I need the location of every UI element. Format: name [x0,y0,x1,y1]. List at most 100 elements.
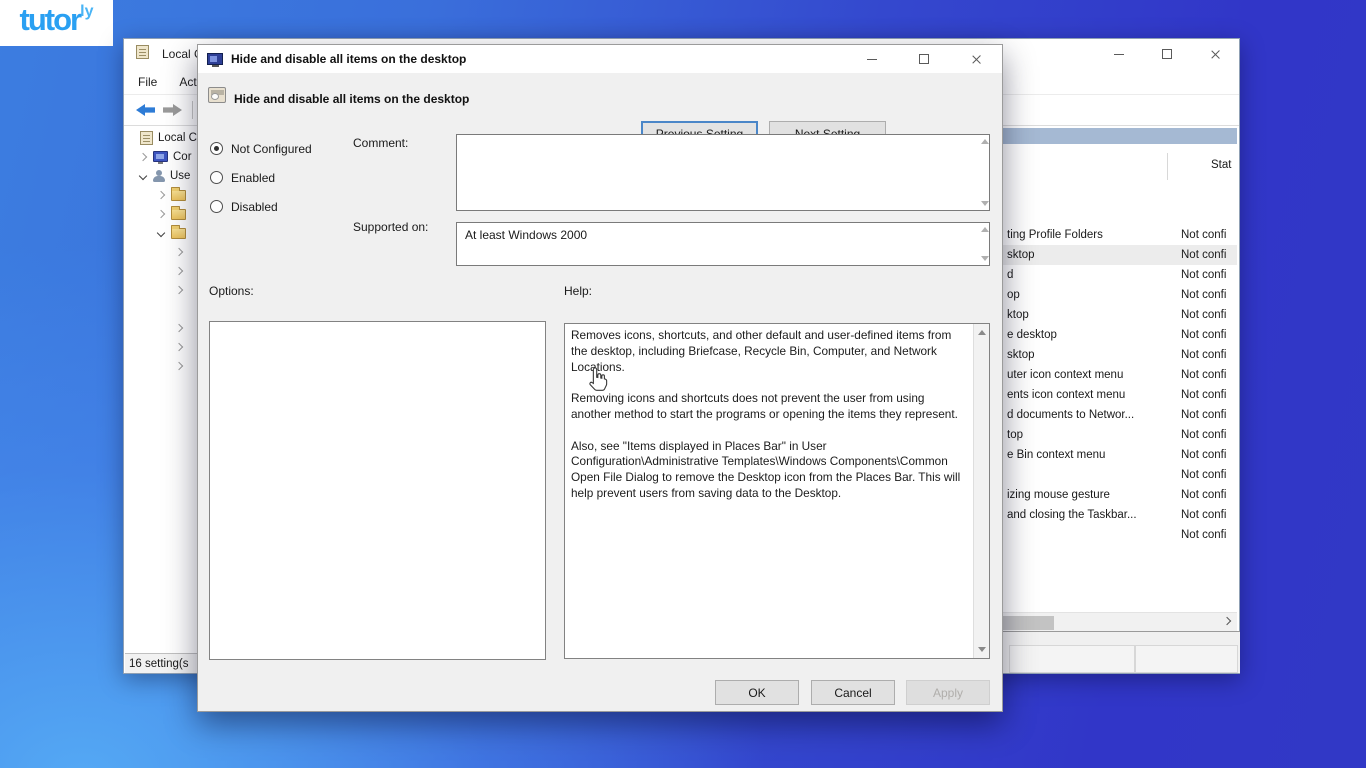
dialog-close-button[interactable] [950,45,1002,73]
list-pane-header-band [999,128,1237,144]
scroll-right-icon[interactable] [1223,617,1231,625]
setting-status: Not confi [1181,349,1226,361]
logo-superscript: ly [80,3,93,21]
gpe-maximize-button[interactable] [1143,39,1191,69]
setting-name: e Bin context menu [999,449,1105,461]
scroll-down-icon[interactable] [981,256,989,261]
scroll-up-icon[interactable] [981,227,989,232]
policy-setting-row[interactable]: sktop Not confi [999,245,1237,265]
chevron-icon[interactable] [157,190,165,198]
dialog-minimize-button[interactable] [846,45,898,73]
setting-name: ting Profile Folders [999,229,1103,241]
settings-list-pane: Stat ting Profile Folders Not confi skto… [999,126,1239,633]
gpe-close-button[interactable] [1191,39,1239,69]
policy-setting-row[interactable]: e desktop Not confi [999,325,1237,345]
options-panel[interactable] [209,321,546,660]
policy-setting-row[interactable]: e Bin context menu Not confi [999,445,1237,465]
toolbar-separator [192,101,193,119]
policy-dialog-icon [207,53,223,65]
scroll-up-icon[interactable] [981,139,989,144]
policy-setting-row[interactable]: uter icon context menu Not confi [999,365,1237,385]
policy-setting-row[interactable]: izing mouse gesture Not confi [999,485,1237,505]
supported-on-value[interactable]: At least Windows 2000 [456,222,990,266]
tree-item-icon [171,228,186,239]
scroll-down-icon[interactable] [981,201,989,206]
policy-setting-row[interactable]: Not confi [999,465,1237,485]
policy-setting-row[interactable]: op Not confi [999,285,1237,305]
setting-status: Not confi [1181,269,1226,281]
menu-action[interactable]: Act [179,75,196,89]
tree-item-label: Cor [173,151,192,163]
policy-setting-row[interactable]: ting Profile Folders Not confi [999,225,1237,245]
tree-item-icon [153,170,165,182]
dialog-header: Hide and disable all items on the deskto… [198,73,1002,125]
chevron-icon[interactable] [175,285,183,293]
comment-input[interactable] [456,134,990,211]
gpe-minimize-button[interactable] [1095,39,1143,69]
policy-setting-row[interactable]: Not confi [999,525,1237,545]
scroll-down-icon[interactable] [978,647,986,652]
help-scrollbar[interactable] [973,324,989,658]
policy-setting-row[interactable]: d Not confi [999,265,1237,285]
dialog-title: Hide and disable all items on the deskto… [231,52,466,66]
back-arrow-icon[interactable] [136,104,155,116]
setting-status: Not confi [1181,329,1226,341]
tree-item-icon [171,209,186,220]
minimize-icon [867,59,877,60]
view-tab[interactable] [1135,645,1238,673]
chevron-icon[interactable] [175,266,183,274]
comment-label: Comment: [353,136,408,150]
tree-item-icon [171,190,186,201]
help-text: Removes icons, shortcuts, and other defa… [565,324,972,658]
setting-name: d documents to Networ... [999,409,1134,421]
dialog-titlebar[interactable]: Hide and disable all items on the deskto… [198,45,1002,73]
setting-status: Not confi [1181,509,1226,521]
policy-setting-row[interactable]: d documents to Networ... Not confi [999,405,1237,425]
forward-arrow-icon[interactable] [163,104,182,116]
policy-setting-name: Hide and disable all items on the deskto… [234,92,469,106]
radio-button-icon[interactable] [210,171,223,184]
chevron-icon[interactable] [139,152,147,160]
setting-status: Not confi [1181,449,1226,461]
chevron-icon[interactable] [139,171,147,179]
column-separator[interactable] [1167,153,1168,180]
radio-option-label: Enabled [231,171,275,185]
status-column-header[interactable]: Stat [1211,159,1231,171]
policy-setting-row[interactable]: and closing the Taskbar... Not confi [999,505,1237,525]
radio-option[interactable]: Disabled [210,192,312,221]
menu-file[interactable]: File [138,75,157,89]
setting-status: Not confi [1181,469,1226,481]
cancel-button[interactable]: Cancel [811,680,895,705]
chevron-icon[interactable] [175,361,183,369]
radio-button-icon[interactable] [210,200,223,213]
horizontal-scrollbar[interactable] [999,612,1237,633]
policy-setting-row[interactable]: ktop Not confi [999,305,1237,325]
ok-button[interactable]: OK [715,680,799,705]
setting-status: Not confi [1181,249,1226,261]
setting-name: ents icon context menu [999,389,1125,401]
help-panel: Removes icons, shortcuts, and other defa… [564,323,990,659]
setting-name: ktop [999,309,1029,321]
logo-brand-text: tutor [20,2,81,38]
radio-option[interactable]: Enabled [210,163,312,192]
policy-setting-row[interactable]: sktop Not confi [999,345,1237,365]
chevron-icon[interactable] [175,323,183,331]
chevron-icon[interactable] [157,228,165,236]
help-label: Help: [564,284,592,298]
scrollbar-thumb[interactable] [999,616,1054,630]
view-tab[interactable] [1009,645,1135,673]
chevron-icon[interactable] [175,247,183,255]
setting-name: sktop [999,249,1035,261]
setting-status: Not confi [1181,289,1226,301]
chevron-icon[interactable] [157,209,165,217]
scroll-up-icon[interactable] [978,330,986,335]
dialog-maximize-button[interactable] [898,45,950,73]
status-bar-text: 16 setting(s [129,658,188,670]
radio-button-icon[interactable] [210,142,223,155]
chevron-icon[interactable] [175,342,183,350]
policy-setting-row[interactable]: ents icon context menu Not confi [999,385,1237,405]
settings-list: ting Profile Folders Not confi sktop Not… [999,225,1237,545]
radio-option[interactable]: Not Configured [210,134,312,163]
setting-status: Not confi [1181,489,1226,501]
policy-setting-row[interactable]: top Not confi [999,425,1237,445]
